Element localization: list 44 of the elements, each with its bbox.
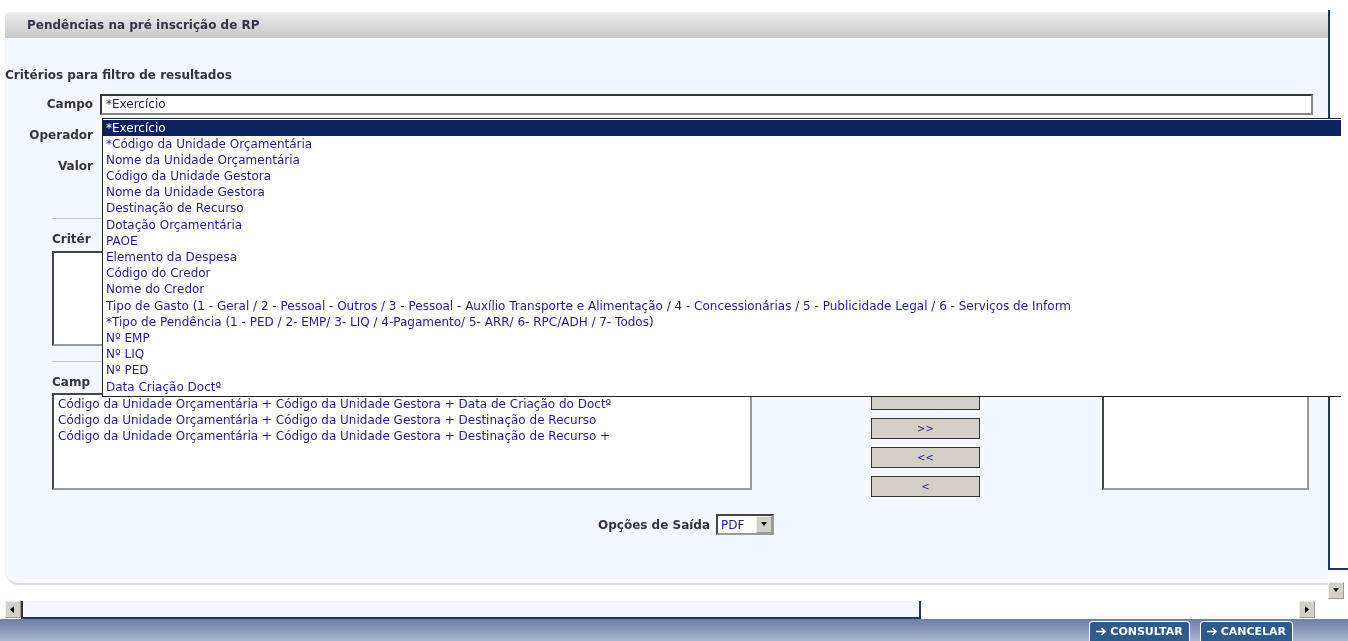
move-button[interactable]: << — [871, 447, 980, 468]
dropdown-option[interactable]: *Tipo de Pendência (1 - PED / 2- EMP/ 3- LIQ / 4-Pagamento/ 5- ARR/ 6- RPC/ADH / 7- Todos) — [103, 313, 1341, 330]
move-button[interactable]: >> — [871, 418, 980, 439]
dropdown-option[interactable]: Código do Credor — [103, 265, 1341, 282]
dropdown-option[interactable]: *Exercício — [103, 119, 1341, 136]
filter-section-title: Critérios para filtro de resultados — [5, 68, 233, 84]
dropdown-option[interactable]: Nome do Credor — [103, 281, 1341, 298]
action-button[interactable]: CANCELAR — [1199, 621, 1293, 641]
list-item[interactable]: Código da Unidade Orçamentária + Código da Unidade Gestora + Destinação de Recurso — [58, 412, 746, 428]
available-fields-list[interactable] — [52, 393, 752, 490]
scroll-right-button[interactable] — [1299, 601, 1315, 618]
arrow-icon — [1206, 627, 1218, 636]
panel-title: Pendências na pré inscrição de RP — [27, 18, 260, 32]
dropdown-option[interactable]: Nome da Unidade Gestora — [103, 184, 1341, 201]
right-arrow-icon — [1303, 605, 1311, 614]
vertical-scrollbar[interactable] — [1328, 10, 1348, 570]
left-arrow-icon — [9, 605, 17, 614]
dropdown-option[interactable]: *Código da Unidade Orçamentária — [103, 135, 1341, 152]
field-label: Valor — [57, 159, 94, 173]
dropdown-option[interactable]: Elemento da Despesa — [103, 249, 1341, 266]
dropdown-option[interactable]: Tipo de Gasto (1 - Geral / 2 - Pessoal - Outros / 3 - Pessoal - Auxílio Transporte e Alimentação / 4 - Concessionárias / 5 - Publicidade Legal / 6 - Serviços de Inform — [103, 297, 1341, 314]
dropdown-option[interactable]: Nome da Unidade Orçamentária — [103, 151, 1341, 169]
dropdown-option[interactable]: Nº EMP — [103, 329, 1341, 347]
dropdown-option[interactable]: Data Criação Doctº — [103, 378, 1341, 395]
action-button[interactable]: CONSULTAR — [1089, 621, 1190, 641]
scroll-down-button[interactable] — [1328, 582, 1344, 599]
scroll-left-button[interactable] — [5, 601, 21, 618]
horizontal-scrollbar[interactable] — [21, 600, 921, 619]
arrow-icon — [1096, 627, 1108, 636]
dropdown-option[interactable]: Nº PED — [103, 362, 1341, 379]
field-label: Operador — [28, 128, 94, 142]
dropdown-option[interactable]: Nº LIQ — [103, 346, 1341, 363]
field-label: Campo — [45, 97, 94, 111]
output-select[interactable]: PDF — [716, 514, 775, 535]
dropdown-option[interactable]: PAOE — [103, 232, 1341, 249]
fields-label: Camp — [52, 375, 90, 391]
criteria-label: Critér — [52, 232, 91, 248]
dropdown-option[interactable]: Dotação Orçamentária — [103, 216, 1341, 233]
dropdown-option[interactable]: Código da Unidade Gestora — [103, 168, 1341, 185]
list-item[interactable]: Código da Unidade Orçamentária + Código da Unidade Gestora + Data de Criação do Doctº — [58, 396, 746, 412]
list-item[interactable]: Código da Unidade Orçamentária + Código da Unidade Gestora + Destinação de Recurso + — [58, 428, 746, 444]
output-label: Opções de Saída — [598, 517, 711, 532]
move-button[interactable]: < — [871, 476, 980, 497]
dropdown-option[interactable]: Destinação de Recurso — [103, 200, 1341, 217]
